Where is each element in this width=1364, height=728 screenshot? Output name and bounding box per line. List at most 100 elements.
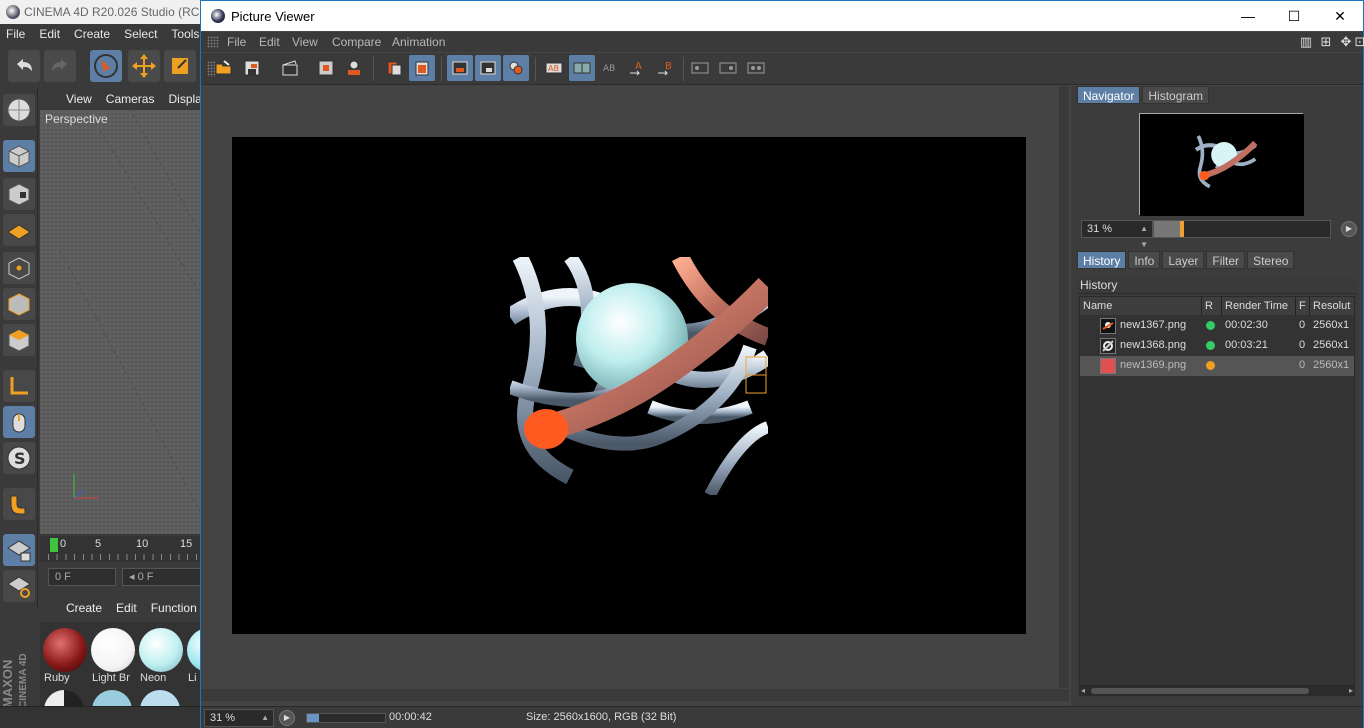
stereo-both-button[interactable]: [743, 55, 769, 81]
layout-expand-icon[interactable]: ⊡: [1353, 35, 1364, 49]
history-table: Name R Render Time F Resolut new1367.png…: [1079, 296, 1355, 686]
compare-ab-button[interactable]: AB: [541, 55, 567, 81]
spinner-arrows-icon[interactable]: ▲▼: [261, 710, 269, 728]
start-frame-field[interactable]: 0 F: [48, 568, 116, 586]
compare-diff-button[interactable]: AB: [597, 55, 623, 81]
navigator-play-button[interactable]: ▶: [1341, 221, 1357, 237]
edges-mode-button[interactable]: [3, 288, 35, 320]
history-row[interactable]: new1368.png 00:03:21 0 2560x1: [1080, 336, 1354, 356]
viewport-menu-view[interactable]: View: [66, 92, 92, 106]
tab-layer[interactable]: Layer: [1162, 251, 1205, 269]
perspective-viewport[interactable]: Perspective: [40, 110, 210, 534]
layout-single-icon[interactable]: ▥: [1299, 35, 1313, 49]
pv-menu-edit[interactable]: Edit: [259, 35, 280, 49]
material-neon[interactable]: Neon: [138, 626, 184, 684]
pv-menu-file[interactable]: File: [227, 35, 246, 49]
image-canvas[interactable]: [201, 86, 1069, 688]
tab-stereo[interactable]: Stereo: [1247, 251, 1295, 269]
tab-navigator[interactable]: Navigator: [1077, 86, 1141, 104]
main-menu-file[interactable]: File: [6, 27, 25, 41]
snap-settings-button[interactable]: S: [3, 442, 35, 474]
viewport-menu-cameras[interactable]: Cameras: [106, 92, 155, 106]
lock-workplane-button[interactable]: [3, 534, 35, 566]
paste-frame-button[interactable]: [409, 55, 435, 81]
axis-mode-button[interactable]: [3, 370, 35, 402]
timeline-playhead[interactable]: [50, 538, 58, 552]
tab-histogram[interactable]: Histogram: [1142, 86, 1210, 104]
current-frame-field[interactable]: ◂ 0 F: [122, 568, 210, 586]
scale-tool-button[interactable]: [164, 50, 196, 82]
layout-move-icon[interactable]: ✥: [1339, 35, 1353, 49]
render-settings-button[interactable]: [277, 55, 303, 81]
open-button[interactable]: [211, 55, 237, 81]
main-menu-edit[interactable]: Edit: [39, 27, 60, 41]
column-header-render-time[interactable]: Render Time: [1222, 297, 1296, 315]
history-horizontal-scrollbar[interactable]: ◂ ▸: [1079, 686, 1355, 696]
polygons-mode-button[interactable]: [3, 324, 35, 356]
material-light-bright[interactable]: Light Br: [90, 626, 136, 684]
save-button[interactable]: [239, 55, 265, 81]
stereo-right-button[interactable]: [715, 55, 741, 81]
picture-viewer-titlebar[interactable]: Picture Viewer — ☐ ✕: [201, 1, 1363, 31]
main-menu-select[interactable]: Select: [124, 27, 157, 41]
workplane-rotate-button[interactable]: [3, 570, 35, 602]
stereo-left-button[interactable]: [687, 55, 713, 81]
show-region-button[interactable]: [475, 55, 501, 81]
scroll-left-icon[interactable]: ◂: [1081, 686, 1085, 695]
column-header-frame[interactable]: F: [1296, 297, 1310, 315]
navigator-zoom-field[interactable]: 31 % ▲ ▼: [1081, 220, 1153, 249]
make-editable-button[interactable]: [3, 94, 35, 126]
navigator-slider-handle[interactable]: [1180, 221, 1185, 237]
navigator-preview[interactable]: [1139, 113, 1304, 216]
history-row-selected[interactable]: new1369.png 0 2560x1: [1080, 356, 1354, 376]
zoom-field[interactable]: 31 % ▲▼: [204, 709, 274, 727]
redo-button[interactable]: [44, 50, 76, 82]
history-row[interactable]: new1367.png 00:02:30 0 2560x1: [1080, 316, 1354, 336]
show-channels-button[interactable]: [503, 55, 529, 81]
show-image-button[interactable]: [447, 55, 473, 81]
material-menu-edit[interactable]: Edit: [116, 601, 137, 615]
render-view-button[interactable]: [341, 55, 367, 81]
play-button[interactable]: ▶: [279, 710, 295, 726]
column-header-resolution[interactable]: Resolut: [1310, 297, 1354, 315]
column-header-name[interactable]: Name: [1080, 297, 1202, 315]
tab-info[interactable]: Info: [1128, 251, 1161, 269]
model-mode-button[interactable]: [3, 140, 35, 172]
spinner-arrows-icon[interactable]: ▲▼: [1140, 221, 1148, 253]
texture-mode-button[interactable]: [3, 178, 35, 210]
set-a-button[interactable]: A: [625, 55, 651, 81]
maximize-button[interactable]: ☐: [1271, 1, 1317, 31]
main-menu-tools[interactable]: Tools: [171, 27, 199, 41]
layout-split-icon[interactable]: ⊞: [1319, 35, 1333, 49]
close-button[interactable]: ✕: [1317, 1, 1363, 31]
set-b-button[interactable]: B: [653, 55, 679, 81]
workplane-mode-button[interactable]: [3, 214, 35, 246]
pv-menu-compare[interactable]: Compare: [332, 35, 381, 49]
timeline-ruler[interactable]: 0 5 10 15: [40, 536, 210, 562]
tab-history[interactable]: History: [1077, 251, 1127, 269]
navigator-zoom-slider[interactable]: [1153, 220, 1331, 238]
stop-render-button[interactable]: [313, 55, 339, 81]
material-menu-function[interactable]: Function: [151, 601, 197, 615]
copy-frame-button[interactable]: [381, 55, 407, 81]
select-tool-button[interactable]: [90, 50, 122, 82]
material-menu-create[interactable]: Create: [66, 601, 102, 615]
scrollbar-thumb[interactable]: [1091, 688, 1309, 694]
pv-menu-animation[interactable]: Animation: [392, 35, 445, 49]
main-window-titlebar[interactable]: CINEMA 4D R20.026 Studio (RC - R: [0, 0, 210, 24]
scroll-right-icon[interactable]: ▸: [1349, 686, 1353, 695]
pv-menu-view[interactable]: View: [292, 35, 318, 49]
undo-button[interactable]: [8, 50, 40, 82]
column-header-status[interactable]: R: [1202, 297, 1222, 315]
move-tool-button[interactable]: [128, 50, 160, 82]
points-mode-button[interactable]: [3, 252, 35, 284]
snap-magnet-button[interactable]: [3, 488, 35, 520]
canvas-horizontal-scrollbar[interactable]: [201, 689, 1069, 701]
compare-split-button[interactable]: [569, 55, 595, 81]
tab-filter[interactable]: Filter: [1206, 251, 1246, 269]
canvas-vertical-scrollbar[interactable]: [1059, 86, 1069, 688]
minimize-button[interactable]: —: [1225, 1, 1271, 31]
tweak-mode-button[interactable]: [3, 406, 35, 438]
material-ruby[interactable]: Ruby: [42, 626, 88, 684]
main-menu-create[interactable]: Create: [74, 27, 110, 41]
